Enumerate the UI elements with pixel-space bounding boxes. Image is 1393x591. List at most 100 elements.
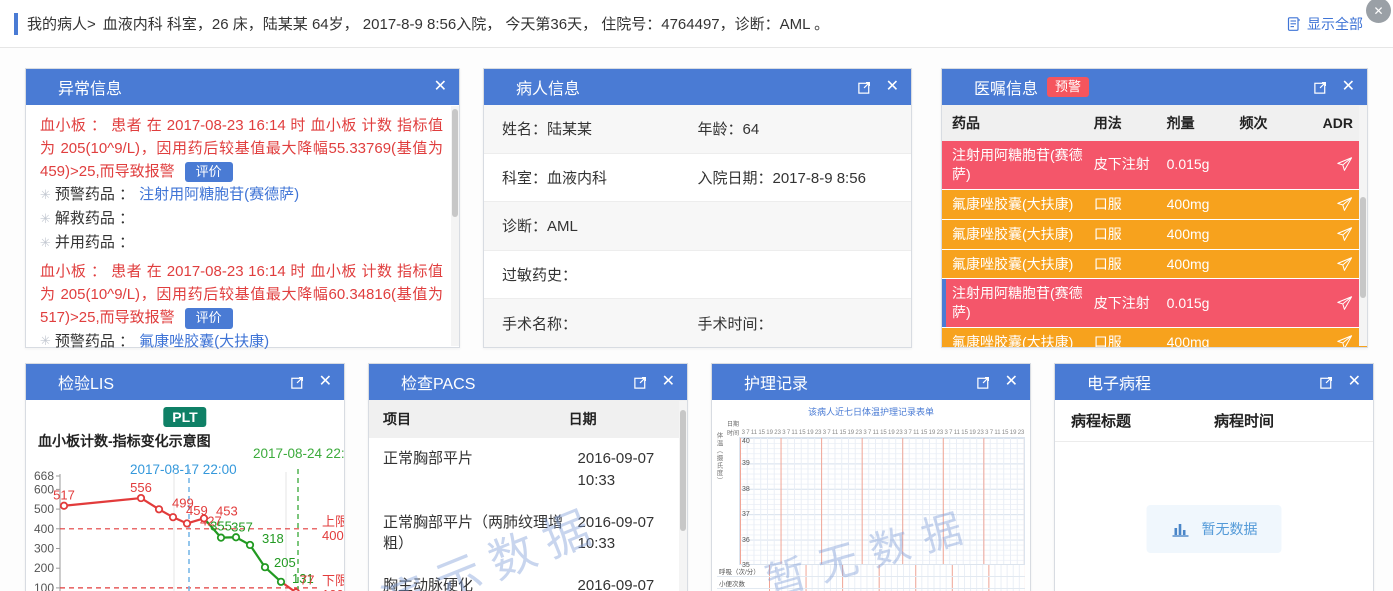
patient-summary: 血液内科 科室，26 床，陆某某 64岁， 2017-8-9 8:56入院， 今… <box>103 13 829 34</box>
evaluate-button[interactable]: 评价 <box>185 162 233 183</box>
close-icon[interactable]: ✕ <box>886 79 899 95</box>
hour-label: 7 <box>787 430 790 436</box>
patient-row: 姓名：陆某某年龄：64 <box>484 105 911 154</box>
hour-label: 19 <box>969 430 976 436</box>
show-all-button[interactable]: 显示全部 <box>1286 0 1363 47</box>
order-row[interactable]: 氟康唑胶囊(大扶康)口服400mg <box>942 250 1367 279</box>
pacs-row[interactable]: 正常胸部平片（两肺纹理增粗）2016-09-07 10:33 <box>369 502 687 566</box>
close-icon[interactable]: ✕ <box>319 374 332 390</box>
panel-title: 护理记录 <box>744 370 808 394</box>
alert-field-row: ✳预警药品 ：注射用阿糖胞苷(赛德萨) <box>40 183 443 207</box>
svg-text:100: 100 <box>34 581 54 591</box>
nursing-chart-title: 该病人近七日体温护理记录表单 <box>712 405 1030 418</box>
svg-text:556: 556 <box>130 480 152 495</box>
order-dose: 0.015g <box>1167 294 1240 313</box>
send-icon[interactable] <box>1336 256 1353 273</box>
send-icon[interactable] <box>1336 156 1353 173</box>
scrollbar[interactable] <box>1359 106 1367 346</box>
drug-link[interactable]: 注射用阿糖胞苷(赛德萨) <box>139 183 299 207</box>
svg-text:318: 318 <box>262 531 284 546</box>
panel-title: 电子病程 <box>1087 370 1151 394</box>
svg-text:下限: 下限 <box>322 573 344 588</box>
row-label: 日期 <box>717 419 741 428</box>
temp-label: 40 <box>742 438 750 445</box>
hour-label: 7 <box>949 430 952 436</box>
bar-chart-icon <box>1171 519 1191 539</box>
field-label: 并用药品 ： <box>55 231 134 255</box>
hour-label: 15 <box>961 430 968 436</box>
pacs-content: 项目 日期 正常胸部平片2016-09-07 10:33正常胸部平片（两肺纹理增… <box>369 400 687 591</box>
order-row[interactable]: 氟康唑胶囊(大扶康)口服400mg <box>942 220 1367 249</box>
hour-label: 19 <box>807 430 814 436</box>
expand-icon[interactable] <box>633 375 648 390</box>
show-all-label: 显示全部 <box>1307 14 1363 34</box>
svg-text:上限: 上限 <box>322 514 344 529</box>
orders-table-header: 药品 用法 剂量 频次 ADR <box>942 105 1367 141</box>
close-icon[interactable]: ✕ <box>434 79 447 95</box>
drug-link[interactable]: 氟康唑胶囊(大扶康) <box>139 330 269 351</box>
panel-orders: 医嘱信息 预警 ✕ 药品 用法 剂量 频次 ADR 注射用阿糖胞苷(赛德萨)皮下… <box>941 68 1368 348</box>
send-icon[interactable] <box>1336 196 1353 213</box>
alert-field-row: ✳并用药品 ： <box>40 231 443 255</box>
order-adr <box>1304 295 1357 312</box>
scrollbar[interactable] <box>451 106 459 346</box>
order-route: 口服 <box>1094 225 1167 244</box>
expand-icon[interactable] <box>1319 375 1334 390</box>
scrollbar-thumb[interactable] <box>452 109 458 217</box>
hour-label: 11 <box>832 430 838 436</box>
order-adr <box>1304 226 1357 243</box>
svg-text:668: 668 <box>34 469 54 483</box>
lis-chart-title: 血小板计数-指标变化示意图 <box>38 431 211 451</box>
hour-label: 23 <box>815 430 822 436</box>
order-row[interactable]: 氟康唑胶囊(大扶康)口服400mg <box>942 328 1367 347</box>
order-row[interactable]: 注射用阿糖胞苷(赛德萨)皮下注射0.015g <box>942 279 1367 327</box>
order-row[interactable]: 注射用阿糖胞苷(赛德萨)皮下注射0.015g <box>942 141 1367 189</box>
nursing-row-cells <box>769 577 1025 588</box>
panel-lis-header: 检验LIS ✕ <box>26 364 344 400</box>
hour-label: 11 <box>791 430 797 436</box>
panel-course-header: 电子病程 ✕ <box>1055 364 1373 400</box>
expand-icon[interactable] <box>1313 80 1328 95</box>
nursing-day-hours: 3711151923 <box>741 430 782 436</box>
order-drug: 氟康唑胶囊(大扶康) <box>952 333 1094 347</box>
close-icon[interactable]: ✕ <box>1005 374 1018 390</box>
order-adr <box>1304 256 1357 273</box>
order-row[interactable]: 氟康唑胶囊(大扶康)口服400mg <box>942 190 1367 219</box>
nursing-grid-wrap: 日期 时间 3711151923371115192337111519233711… <box>717 419 1025 591</box>
svg-text:453: 453 <box>216 503 238 518</box>
hour-label: 23 <box>774 430 781 436</box>
patient-field: 手术时间： <box>698 313 894 334</box>
pacs-row[interactable]: 正常胸部平片2016-09-07 10:33 <box>369 438 687 502</box>
panel-title: 病人信息 <box>516 75 580 99</box>
order-route: 皮下注射 <box>1094 294 1167 313</box>
nursing-bottom-row: 呼吸（次/分） <box>717 565 1025 577</box>
close-icon[interactable]: ✕ <box>1348 374 1361 390</box>
send-icon[interactable] <box>1336 295 1353 312</box>
expand-icon[interactable] <box>976 375 991 390</box>
pacs-row[interactable]: 胸主动脉硬化2016-09-07 10:33 <box>369 565 687 591</box>
svg-text:500: 500 <box>34 502 54 516</box>
patient-field: 过敏药史： <box>502 264 698 285</box>
expand-icon[interactable] <box>857 80 872 95</box>
send-icon[interactable] <box>1336 334 1353 347</box>
order-drug: 注射用阿糖胞苷(赛德萨) <box>952 146 1094 184</box>
breadcrumb[interactable]: 我的病人> <box>27 13 96 34</box>
col-item: 项目 <box>383 409 569 429</box>
col-route: 用法 <box>1094 113 1167 133</box>
scrollbar[interactable] <box>679 401 687 591</box>
close-icon[interactable]: ✕ <box>1342 79 1355 95</box>
evaluate-button[interactable]: 评价 <box>185 308 233 329</box>
pacs-table-header: 项目 日期 <box>369 400 687 438</box>
nursing-hour-row: 时间 3711151923371115192337111519233711151… <box>717 428 1025 437</box>
send-icon[interactable] <box>1336 226 1353 243</box>
alert-text: 血小板 ： 患者 在 2017-08-23 16:14 时 血小板 计数 指标值… <box>40 117 443 180</box>
hour-label: 15 <box>758 430 765 436</box>
scrollbar-thumb[interactable] <box>680 410 686 532</box>
close-icon[interactable]: ✕ <box>662 374 675 390</box>
scrollbar-thumb[interactable] <box>1360 197 1366 298</box>
hour-label: 15 <box>799 430 806 436</box>
hour-label: 3 <box>823 430 826 436</box>
expand-icon[interactable] <box>290 375 305 390</box>
col-date: 日期 <box>569 409 673 429</box>
panel-pacs: 检查PACS ✕ 项目 日期 正常胸部平片2016-09-07 10:33正常胸… <box>368 363 688 591</box>
